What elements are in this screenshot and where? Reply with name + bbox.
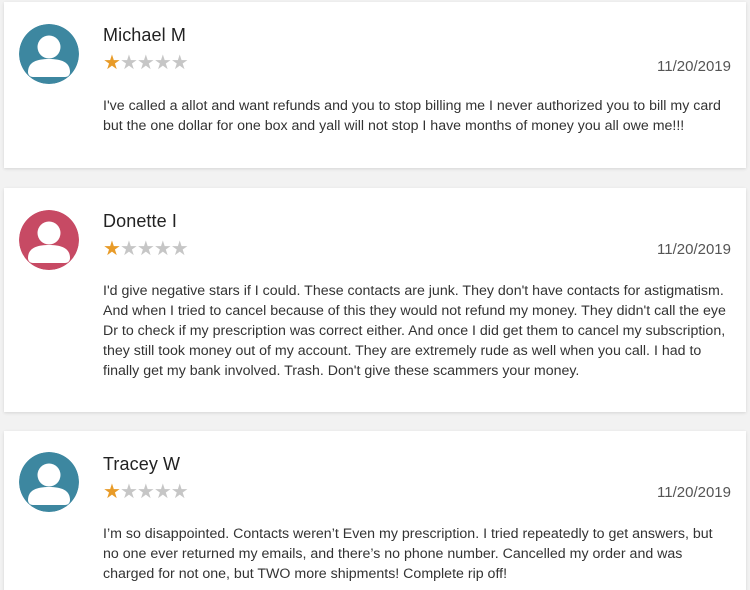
review-card: Donette I ★★★★★ 11/20/2019 I'd give nega… xyxy=(4,188,746,412)
review-date: 11/20/2019 xyxy=(657,484,731,501)
review-text: I'd give negative stars if I could. Thes… xyxy=(103,283,726,379)
review-text: I’m so disappointed. Contacts weren’t Ev… xyxy=(103,526,713,582)
star-filled-icon: ★ xyxy=(103,52,121,74)
star-empty-icon: ★ xyxy=(119,481,138,503)
review-date: 11/20/2019 xyxy=(657,241,731,258)
user-avatar-icon xyxy=(19,452,79,512)
user-avatar-icon xyxy=(19,24,79,84)
star-empty-icon: ★ xyxy=(153,52,172,74)
star-rating: ★★★★★ xyxy=(103,52,189,74)
review-text: I've called a allot and want refunds and… xyxy=(103,98,721,134)
star-rating: ★★★★★ xyxy=(103,481,189,503)
star-filled-icon: ★ xyxy=(103,481,121,503)
review-card: Michael M ★★★★★ 11/20/2019 I've called a… xyxy=(4,2,746,168)
reviewer-name: Donette I xyxy=(103,211,177,231)
user-avatar-icon xyxy=(19,210,79,270)
star-empty-icon: ★ xyxy=(153,238,172,260)
review-card: Tracey W ★★★★★ 11/20/2019 I’m so disappo… xyxy=(4,431,746,590)
star-empty-icon: ★ xyxy=(170,238,189,260)
reviewer-name: Tracey W xyxy=(103,454,181,474)
reviewer-name: Michael M xyxy=(103,25,186,45)
star-empty-icon: ★ xyxy=(170,52,189,74)
star-empty-icon: ★ xyxy=(119,238,138,260)
star-empty-icon: ★ xyxy=(136,481,155,503)
star-empty-icon: ★ xyxy=(136,238,155,260)
star-empty-icon: ★ xyxy=(136,52,155,74)
star-filled-icon: ★ xyxy=(103,238,121,260)
star-empty-icon: ★ xyxy=(119,52,138,74)
star-empty-icon: ★ xyxy=(153,481,172,503)
star-rating: ★★★★★ xyxy=(103,238,189,260)
star-empty-icon: ★ xyxy=(170,481,189,503)
review-date: 11/20/2019 xyxy=(657,58,731,75)
